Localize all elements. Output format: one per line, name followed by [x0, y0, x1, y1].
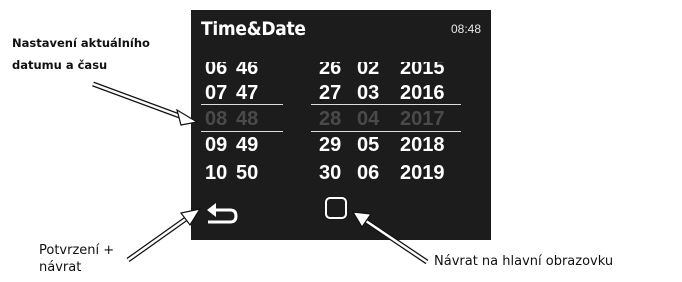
- annotation-set-date-time: Nastavení aktuálního datumu a času: [12, 36, 150, 72]
- day-value[interactable]: 28: [319, 107, 341, 131]
- status-clock: 08:48: [450, 22, 481, 36]
- home-button[interactable]: [325, 197, 347, 219]
- month-value[interactable]: 06: [357, 161, 379, 185]
- selection-line-top: [201, 104, 283, 105]
- selection-line-top: [311, 104, 461, 105]
- year-value[interactable]: 2018: [400, 133, 445, 157]
- back-arrow-icon: [207, 203, 238, 224]
- year-value[interactable]: 2017: [400, 107, 445, 131]
- annotation-arrow-top: [92, 81, 199, 126]
- annotation-confirm-return: Potvrzení + návrat: [39, 243, 115, 275]
- month-value[interactable]: 03: [357, 81, 379, 105]
- annotation-return-home: Návrat na hlavní obrazovku: [434, 254, 614, 269]
- picker-row-selected[interactable]: 08 48 28 04 2017: [191, 107, 491, 131]
- minute-value[interactable]: 48: [236, 107, 258, 131]
- year-value[interactable]: 2016: [400, 81, 445, 105]
- status-bar: Time&Date 08:48: [191, 10, 491, 48]
- minute-value[interactable]: 47: [236, 81, 258, 105]
- selection-line-bottom: [201, 131, 283, 132]
- selection-line-bottom: [311, 131, 461, 132]
- minute-value[interactable]: 46: [236, 62, 258, 80]
- hour-value[interactable]: 06: [205, 62, 227, 80]
- back-button[interactable]: [205, 200, 239, 226]
- month-value[interactable]: 04: [357, 107, 379, 131]
- year-value[interactable]: 2015: [400, 62, 445, 80]
- annotation-arrow-bottom-left: [126, 208, 202, 263]
- picker-row[interactable]: 10 50 30 06 2019: [191, 161, 491, 185]
- day-value[interactable]: 29: [319, 133, 341, 157]
- day-value[interactable]: 30: [319, 161, 341, 185]
- picker-row[interactable]: 06 46 26 02 2015: [191, 62, 491, 80]
- hour-value[interactable]: 10: [205, 161, 227, 185]
- minute-value[interactable]: 49: [236, 133, 258, 157]
- day-value[interactable]: 27: [319, 81, 341, 105]
- app-title: Time&Date: [201, 18, 306, 40]
- picker-row[interactable]: 09 49 29 05 2018: [191, 133, 491, 157]
- year-value[interactable]: 2019: [400, 161, 445, 185]
- month-value[interactable]: 05: [357, 133, 379, 157]
- date-time-picker[interactable]: 06 46 26 02 2015 07 47 27 03 2016 08 48 …: [191, 62, 491, 187]
- day-value[interactable]: 26: [319, 62, 341, 80]
- hour-value[interactable]: 08: [205, 107, 227, 131]
- minute-value[interactable]: 50: [236, 161, 258, 185]
- picker-row[interactable]: 07 47 27 03 2016: [191, 81, 491, 105]
- hour-value[interactable]: 07: [205, 81, 227, 105]
- month-value[interactable]: 02: [357, 62, 379, 80]
- device-screen: Time&Date 08:48 06 46 26 02 2015 07 47 2…: [191, 10, 491, 240]
- navigation-bar: [191, 190, 491, 240]
- hour-value[interactable]: 09: [205, 133, 227, 157]
